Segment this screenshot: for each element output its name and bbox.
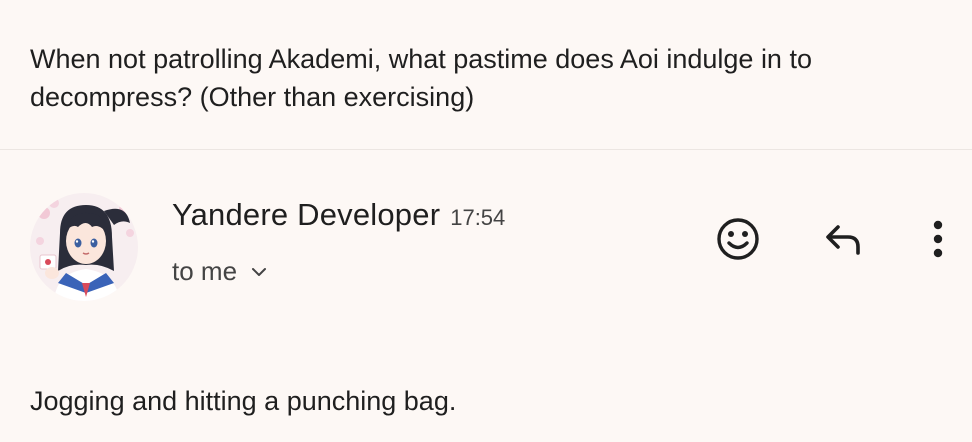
quoted-question-text: When not patrolling Akademi, what pastim…: [30, 44, 812, 112]
chevron-down-icon: [251, 266, 267, 278]
recipient-details-toggle[interactable]: to me: [172, 256, 267, 287]
reply-button[interactable]: [816, 211, 872, 267]
anime-girl-avatar-icon: [30, 193, 138, 301]
add-reaction-button[interactable]: [710, 211, 766, 267]
message-body: Jogging and hitting a punching bag.: [30, 386, 457, 416]
message-time: 17:54: [450, 205, 506, 230]
divider: [0, 149, 972, 150]
emoji-smile-icon: [717, 218, 759, 260]
more-options-button[interactable]: [910, 211, 966, 267]
sender-avatar[interactable]: [30, 193, 138, 301]
recipient-label: to me: [172, 256, 238, 286]
sender-name[interactable]: Yandere Developer: [172, 197, 440, 233]
reply-icon: [826, 225, 860, 255]
more-vertical-icon: [933, 220, 943, 258]
